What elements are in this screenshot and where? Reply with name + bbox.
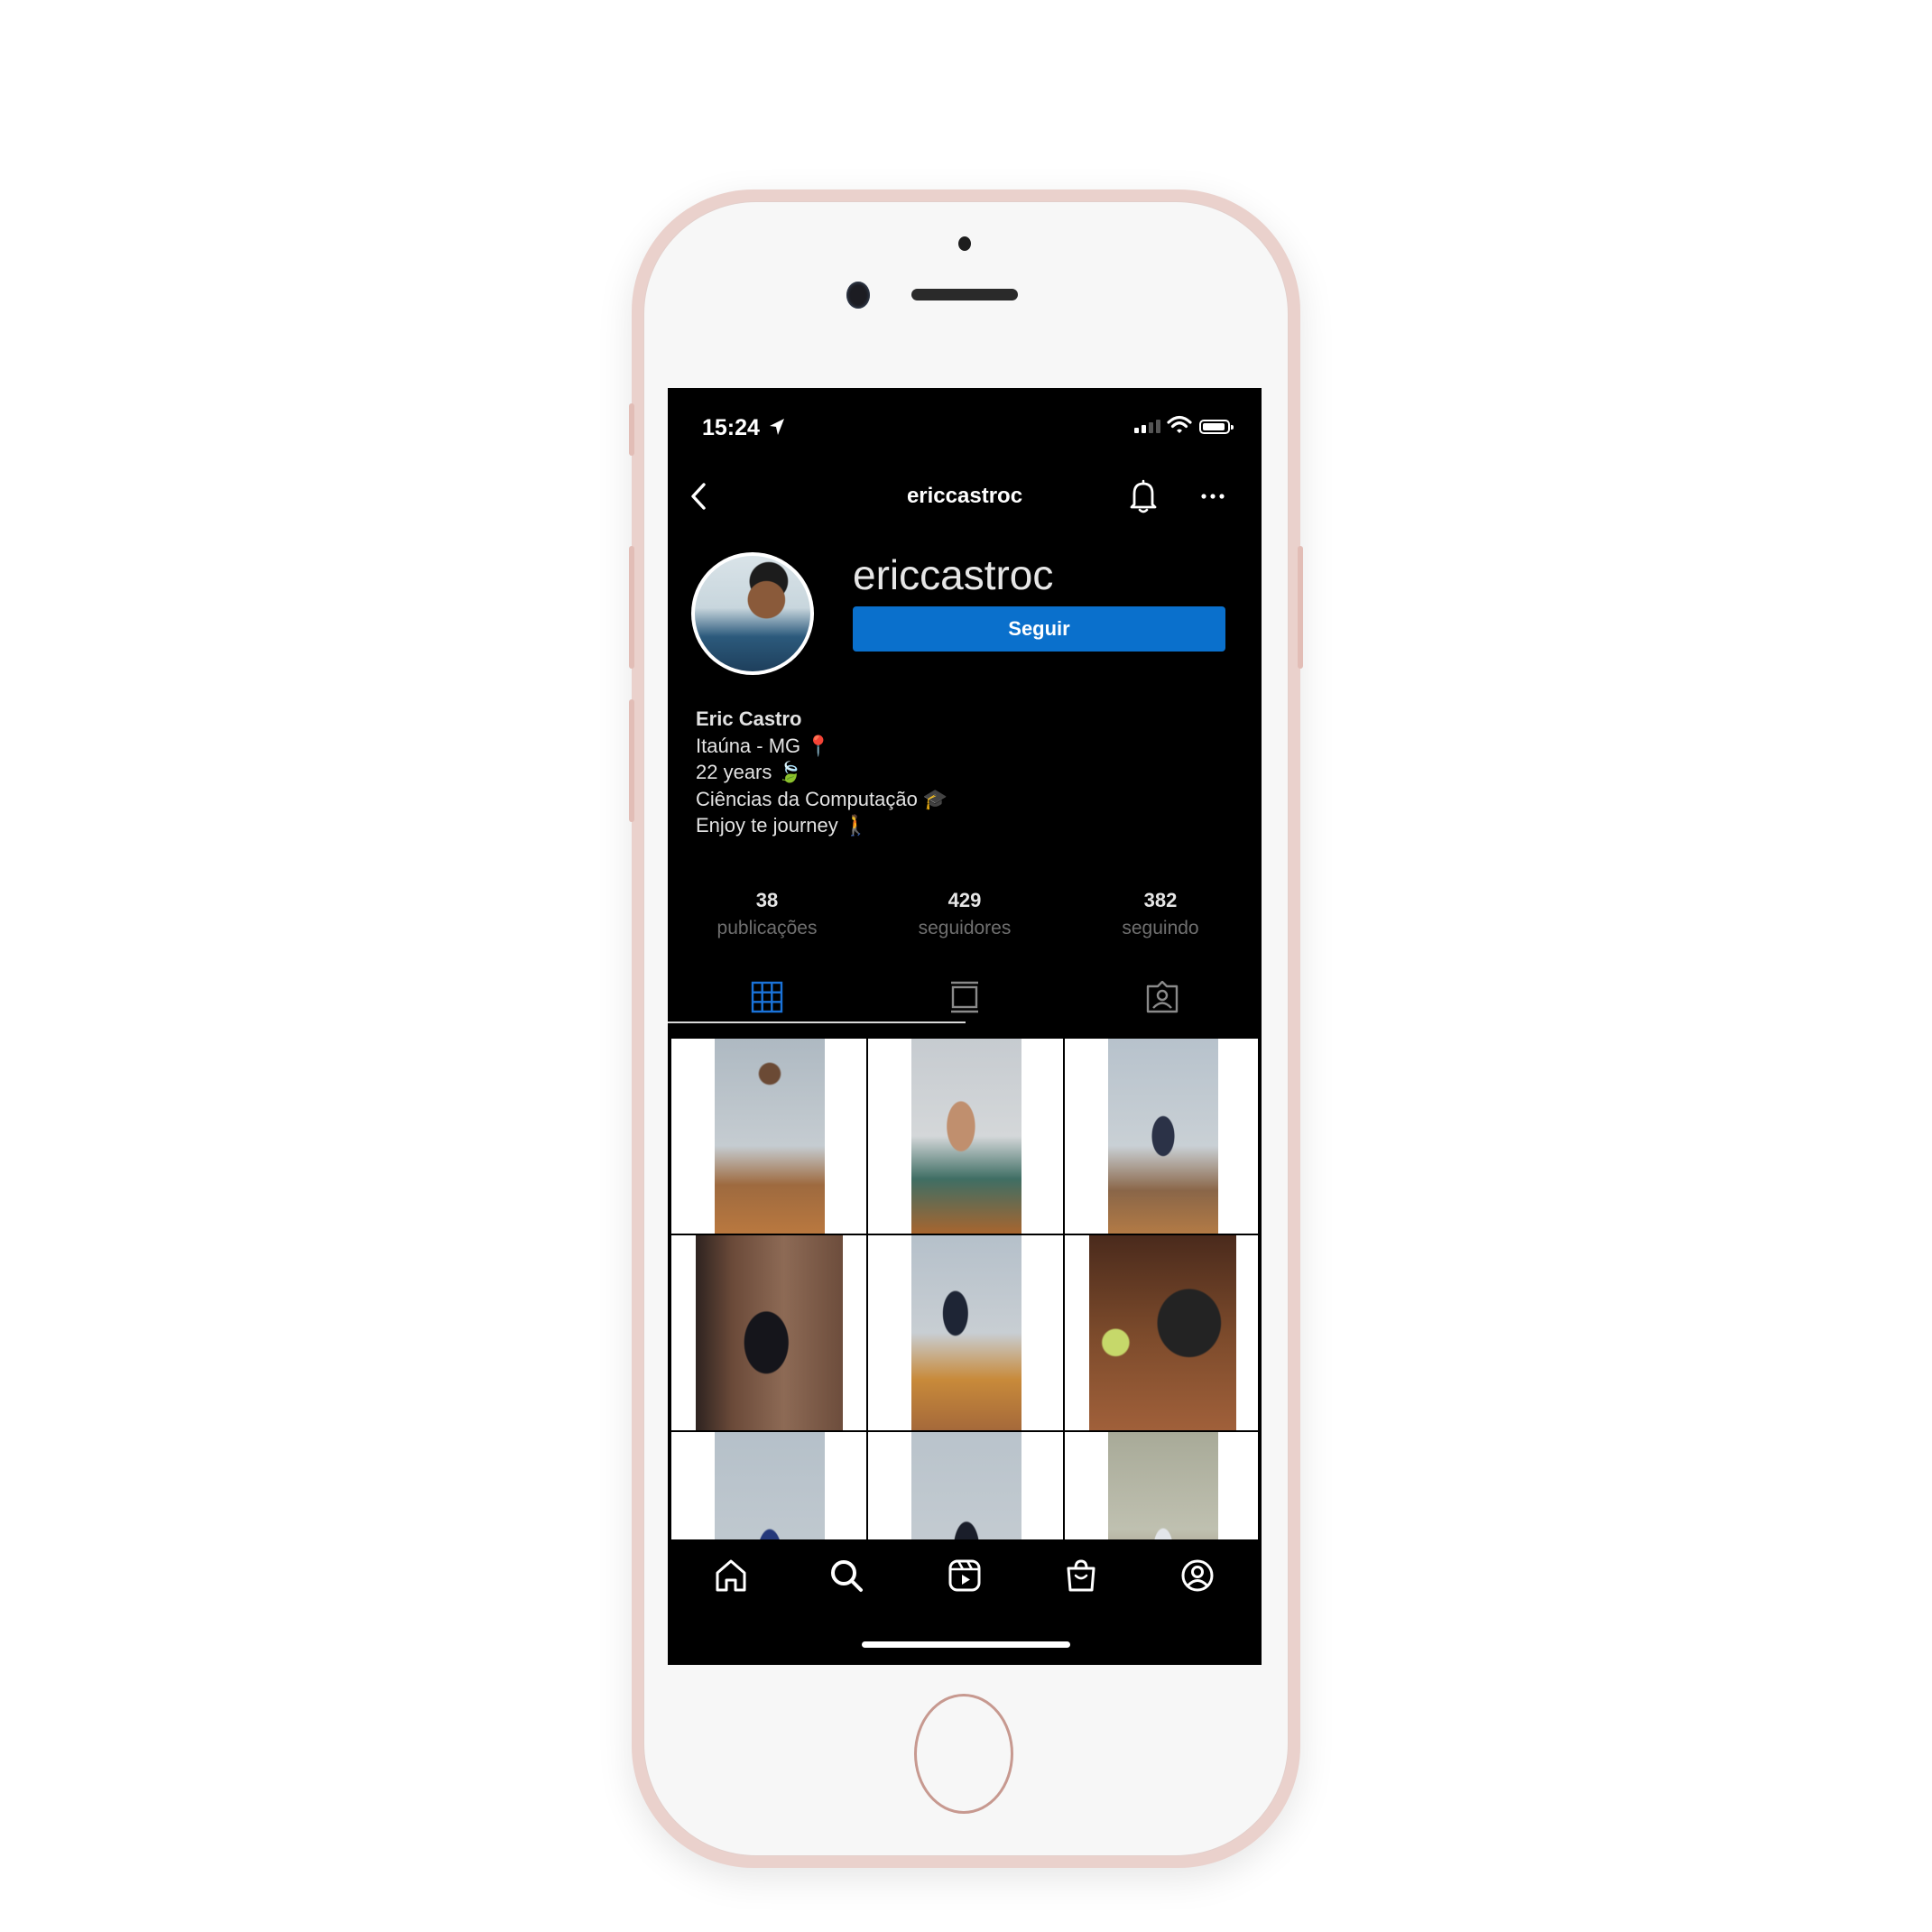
avatar-photo xyxy=(695,556,810,671)
status-time: 15:24 xyxy=(702,415,760,440)
location-arrow-icon xyxy=(770,419,784,435)
post-thumbnail[interactable] xyxy=(1065,1235,1258,1430)
post-thumbnail[interactable] xyxy=(868,1235,1063,1430)
post-photo xyxy=(911,1235,1021,1430)
bio-line: Ciências da Computação 🎓 xyxy=(696,787,948,810)
post-photo xyxy=(715,1039,825,1234)
profile-bio: Eric Castro Itaúna - MG 📍 22 years 🍃 Ciê… xyxy=(696,706,948,839)
post-photo xyxy=(715,1432,825,1539)
post-thumbnail[interactable] xyxy=(868,1432,1063,1539)
profile-avatar[interactable] xyxy=(691,552,814,675)
stat-label: seguidores xyxy=(918,918,1012,938)
post-thumbnail[interactable] xyxy=(671,1432,866,1539)
home-button[interactable] xyxy=(914,1694,1013,1814)
proximity-sensor xyxy=(958,236,971,251)
search-icon xyxy=(831,1560,863,1592)
post-photo xyxy=(696,1235,843,1430)
bio-full-name: Eric Castro xyxy=(696,707,802,730)
profile-username: ericcastroc xyxy=(853,551,1054,598)
post-photo xyxy=(911,1039,1021,1234)
grid-icon xyxy=(751,981,783,1013)
home-icon xyxy=(716,1559,746,1592)
post-photo xyxy=(911,1432,1021,1539)
stat-posts[interactable]: 38 publicações xyxy=(668,889,866,939)
post-thumbnail[interactable] xyxy=(671,1039,866,1234)
stat-value: 38 xyxy=(755,889,779,911)
tab-feed[interactable] xyxy=(867,970,1062,1024)
reels-icon xyxy=(948,1559,981,1592)
bio-line: Itaúna - MG 📍 xyxy=(696,734,831,757)
stat-label: seguindo xyxy=(1122,918,1199,938)
cellular-signal-icon xyxy=(1134,420,1160,433)
tab-grid[interactable] xyxy=(670,970,864,1024)
stat-value: 429 xyxy=(948,889,982,911)
stat-following[interactable]: 382 seguindo xyxy=(1061,889,1260,939)
posts-grid xyxy=(671,1039,1258,1539)
bio-line: 22 years 🍃 xyxy=(696,761,802,783)
status-bar: 15:24 xyxy=(668,388,1262,451)
feed-icon xyxy=(951,981,978,1013)
bell-icon[interactable] xyxy=(1127,478,1160,514)
wifi-icon xyxy=(1167,415,1192,433)
follow-button[interactable]: Seguir xyxy=(853,606,1225,652)
nav-reels[interactable] xyxy=(943,1554,986,1597)
stat-label: publicações xyxy=(716,918,818,938)
tab-underline xyxy=(668,1021,966,1023)
instagram-profile-screen: 15:24 ericcastroc ericcastroc Seguir Eri… xyxy=(668,388,1262,1665)
tab-tagged[interactable] xyxy=(1065,970,1260,1024)
volume-up-button xyxy=(629,546,634,669)
stat-followers[interactable]: 429 seguidores xyxy=(865,889,1064,939)
more-options-icon[interactable] xyxy=(1198,478,1227,514)
bottom-navigation xyxy=(668,1539,1262,1612)
post-thumbnail[interactable] xyxy=(1065,1039,1258,1234)
header-username: ericcastroc xyxy=(906,484,1023,508)
battery-icon xyxy=(1199,420,1234,434)
front-camera xyxy=(846,282,870,309)
profile-stats: 38 publicações 429 seguidores 382 seguin… xyxy=(668,889,1262,952)
post-thumbnail[interactable] xyxy=(671,1235,866,1430)
shop-icon xyxy=(1067,1559,1095,1592)
tagged-icon xyxy=(1146,981,1179,1013)
post-photo xyxy=(1089,1235,1236,1430)
profile-icon xyxy=(1181,1559,1214,1592)
nav-shop[interactable] xyxy=(1059,1554,1103,1597)
power-button xyxy=(1298,546,1303,669)
content-tabs xyxy=(668,970,1262,1024)
earpiece-speaker xyxy=(911,289,1018,300)
home-indicator[interactable] xyxy=(862,1641,1070,1648)
nav-profile[interactable] xyxy=(1176,1554,1219,1597)
volume-down-button xyxy=(629,699,634,822)
post-photo xyxy=(1108,1039,1218,1234)
post-thumbnail[interactable] xyxy=(868,1039,1063,1234)
mute-switch xyxy=(629,403,634,456)
nav-search[interactable] xyxy=(825,1554,868,1597)
nav-home[interactable] xyxy=(709,1554,753,1597)
bio-line: Enjoy te journey 🚶 xyxy=(696,814,869,837)
post-thumbnail[interactable] xyxy=(1065,1432,1258,1539)
post-photo xyxy=(1108,1432,1218,1539)
stat-value: 382 xyxy=(1143,889,1178,911)
profile-header: ericcastroc xyxy=(668,469,1262,523)
